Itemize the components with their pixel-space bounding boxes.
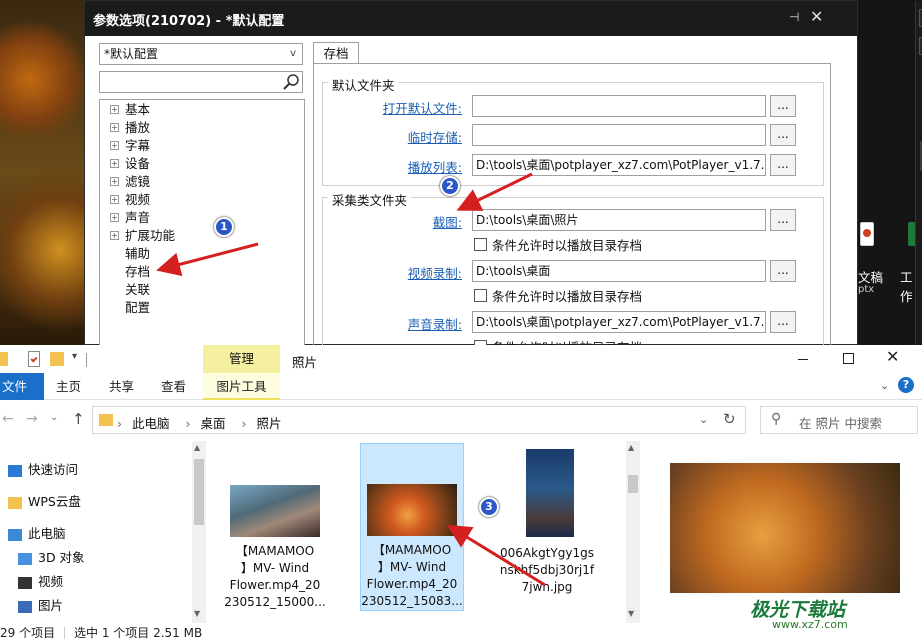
annotation-badge-3: 3 [479, 497, 499, 517]
annotation-arrows [156, 172, 546, 587]
annotation-badge-1: 1 [214, 217, 234, 237]
arrow-1 [156, 242, 259, 277]
annotation-badge-2: 2 [440, 176, 460, 196]
arrow-3 [446, 524, 546, 587]
arrow-2 [456, 172, 533, 211]
